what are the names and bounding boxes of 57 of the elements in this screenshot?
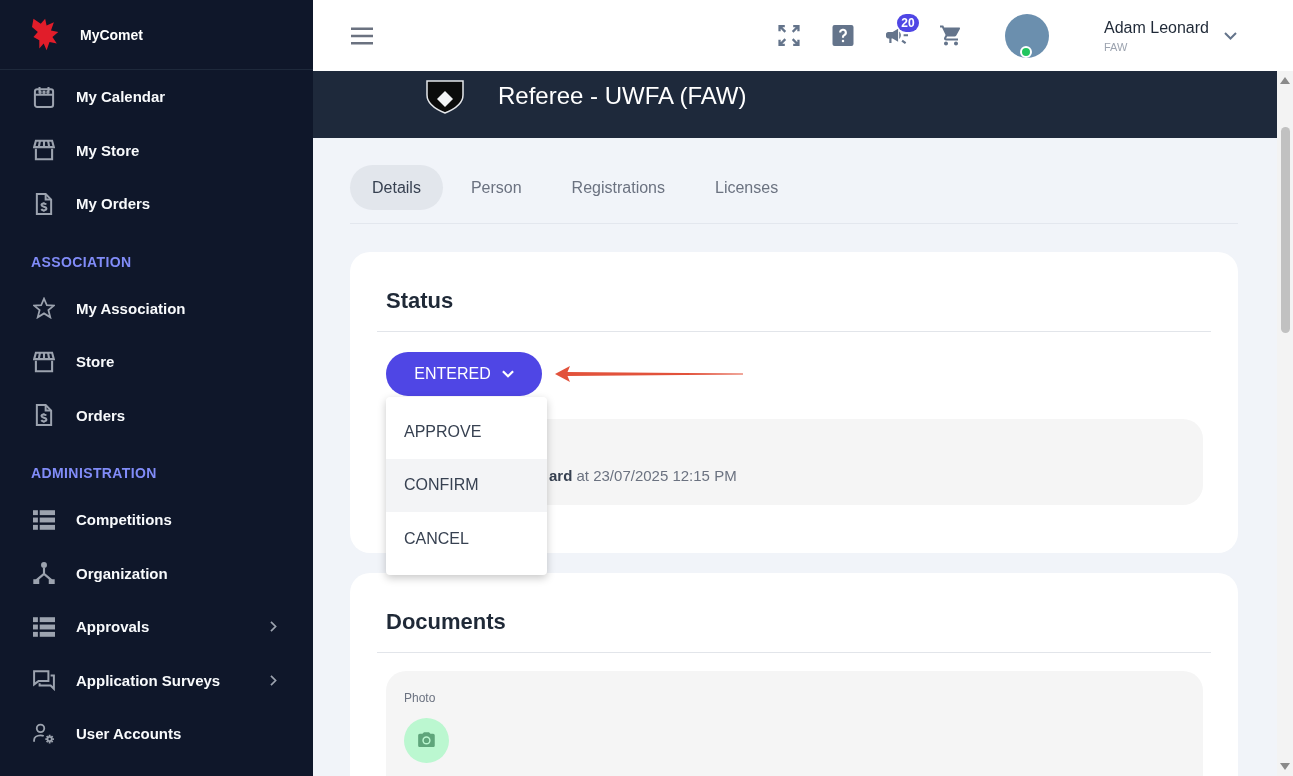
- invoice-icon: [33, 192, 55, 215]
- chevron-down-icon: [501, 370, 514, 378]
- chat-bubbles-icon: [33, 669, 55, 692]
- card-title: Documents: [385, 608, 507, 636]
- sidebar-item[interactable]: Store: [0, 335, 313, 389]
- user-organization: FAW: [1104, 40, 1128, 54]
- tab[interactable]: Licenses: [693, 165, 801, 210]
- chevron-down-icon[interactable]: [1224, 31, 1237, 40]
- section-heading: ADMINISTRATION: [30, 464, 158, 483]
- user-gear-icon: [33, 722, 55, 745]
- chevron-right-icon[interactable]: [270, 674, 277, 686]
- invoice-icon: [33, 404, 55, 427]
- sidebar-item[interactable]: Orders: [0, 388, 313, 442]
- page-title: Referee - UWFA (FAW): [498, 81, 747, 111]
- menu-icon[interactable]: [351, 26, 373, 45]
- down-arrow-icon[interactable]: [1280, 763, 1290, 770]
- sidebar-item[interactable]: My Store: [0, 123, 313, 177]
- help-icon[interactable]: [832, 25, 854, 46]
- sidebar-item[interactable]: My Association: [0, 281, 313, 335]
- list-icon: [33, 615, 55, 638]
- brand-logo[interactable]: [32, 18, 59, 51]
- notification-badge: 20: [897, 14, 919, 32]
- menu-item[interactable]: CONFIRM: [386, 458, 547, 512]
- sidebar-item[interactable]: My Orders: [0, 177, 313, 231]
- tab[interactable]: Details: [350, 165, 443, 210]
- sidebar-item[interactable]: User Accounts: [0, 707, 313, 761]
- menu-item[interactable]: CANCEL: [386, 512, 547, 566]
- sidebar-item[interactable]: Application Surveys: [0, 653, 313, 707]
- brand-name: MyComet: [80, 26, 143, 43]
- field-label: Photo: [404, 691, 437, 705]
- card-title: Status: [385, 287, 455, 315]
- list-icon: [33, 508, 55, 531]
- fullscreen-icon[interactable]: [778, 25, 800, 46]
- sidebar-item[interactable]: Organization: [0, 546, 313, 600]
- sidebar-item[interactable]: My Calendar: [0, 70, 313, 124]
- shopping-cart-icon[interactable]: [940, 25, 962, 46]
- tab[interactable]: Registrations: [549, 165, 687, 210]
- up-arrow-icon[interactable]: [1280, 77, 1290, 84]
- storefront-icon: [33, 139, 55, 162]
- sidebar-item[interactable]: Competitions: [0, 493, 313, 547]
- sidebar-item[interactable]: Approvals: [0, 600, 313, 654]
- status-dropdown-button[interactable]: ENTERED: [386, 352, 542, 396]
- user-name[interactable]: Adam Leonard: [1104, 17, 1209, 37]
- avatar[interactable]: [1005, 13, 1049, 58]
- crest-logo: [425, 79, 465, 115]
- star-icon: [33, 297, 55, 320]
- menu-item[interactable]: APPROVE: [386, 405, 547, 459]
- camera-icon[interactable]: [404, 718, 449, 763]
- storefront-icon: [33, 350, 55, 373]
- tab[interactable]: Person: [448, 165, 544, 210]
- section-heading: ASSOCIATION: [30, 252, 133, 272]
- chevron-right-icon[interactable]: [270, 621, 277, 633]
- scroll-thumb[interactable]: [1280, 127, 1290, 333]
- calendar-icon: [33, 85, 55, 108]
- history-text: ard at 23/07/2025 12:15 PM: [549, 467, 737, 484]
- scrollbar[interactable]: [1277, 71, 1293, 776]
- hierarchy-icon: [33, 562, 55, 585]
